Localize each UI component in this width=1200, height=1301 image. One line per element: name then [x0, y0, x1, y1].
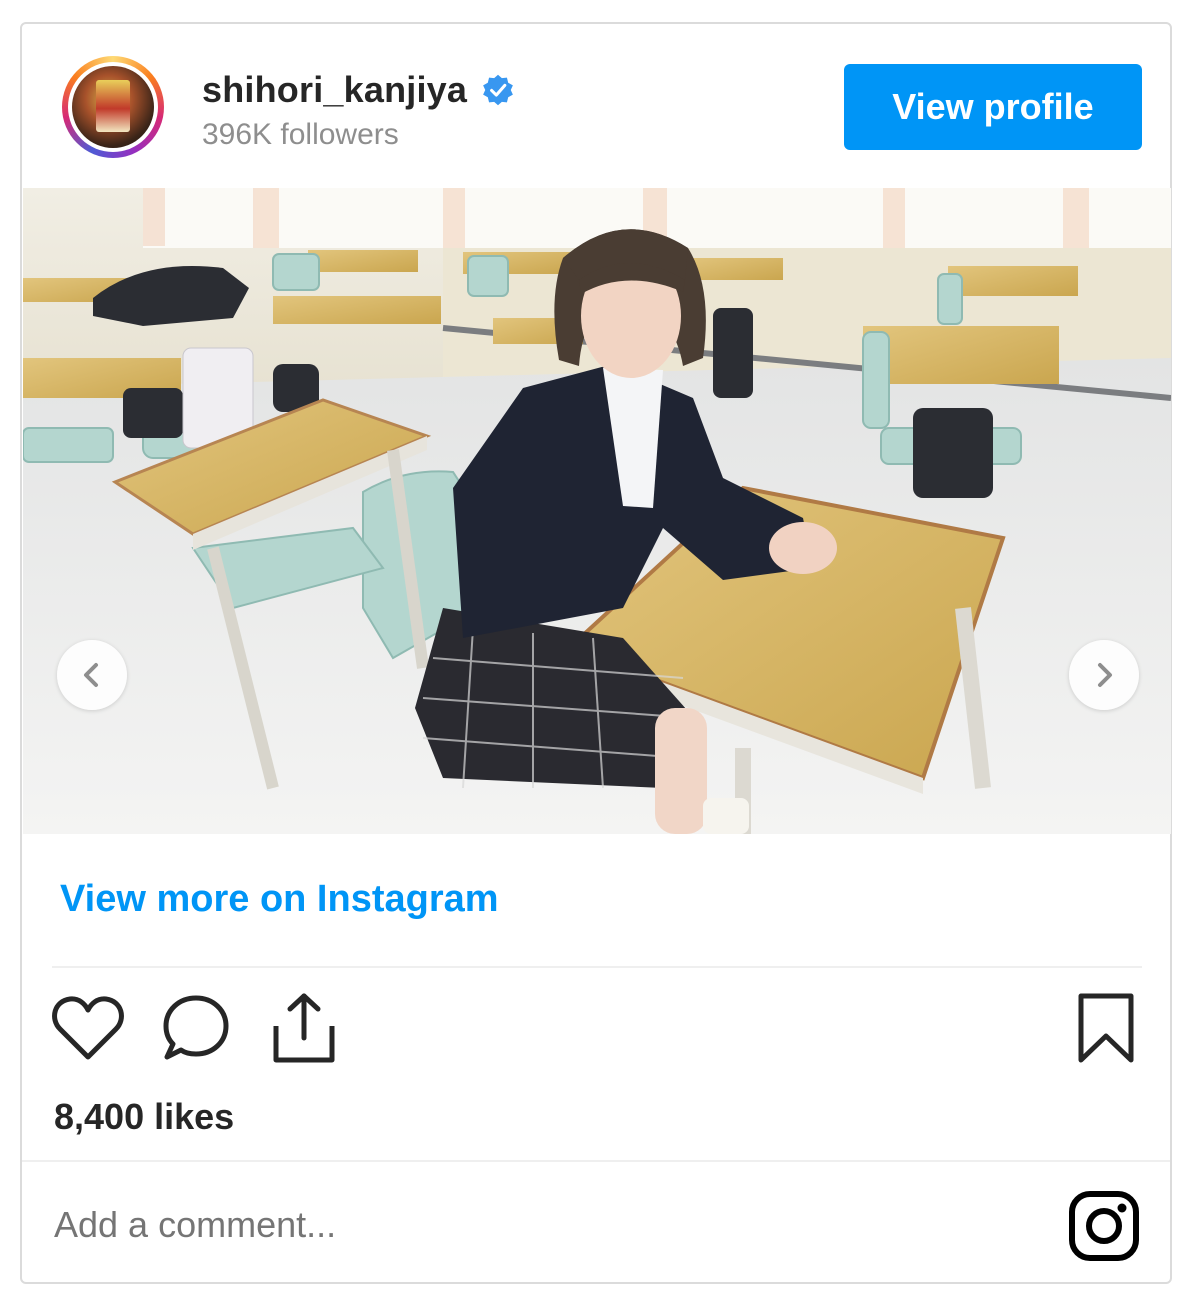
instagram-embed-card: shihori_kanjiya 396K followers View prof… — [20, 22, 1172, 1284]
next-slide-button[interactable] — [1069, 640, 1139, 710]
username-link[interactable]: shihori_kanjiya — [202, 69, 467, 111]
username-row: shihori_kanjiya — [202, 68, 515, 112]
divider — [52, 966, 1142, 968]
previous-slide-button[interactable] — [57, 640, 127, 710]
avatar-image — [72, 66, 154, 148]
avatar[interactable] — [62, 56, 164, 158]
comment-bubble-icon — [163, 995, 229, 1060]
chevron-left-icon — [84, 663, 98, 687]
verified-badge-icon — [483, 74, 513, 106]
view-more-on-instagram-link[interactable]: View more on Instagram — [60, 878, 499, 921]
share-button[interactable] — [266, 990, 342, 1066]
share-icon — [273, 993, 335, 1063]
post-photo[interactable] — [23, 188, 1171, 834]
save-button[interactable] — [1068, 990, 1144, 1066]
chevron-right-icon — [1098, 663, 1112, 687]
instagram-logo-icon[interactable] — [1068, 1190, 1140, 1262]
like-count: 8,400 likes — [54, 1096, 235, 1137]
bookmark-icon — [1078, 993, 1134, 1063]
heart-icon — [52, 996, 124, 1060]
comment-input[interactable] — [54, 1204, 954, 1246]
divider — [22, 1160, 1170, 1162]
comment-button[interactable] — [158, 990, 234, 1066]
classroom-photo-illustration — [23, 188, 1171, 834]
like-button[interactable] — [50, 990, 126, 1066]
follower-count: 396K followers — [202, 118, 399, 151]
view-profile-button[interactable]: View profile — [844, 64, 1142, 150]
